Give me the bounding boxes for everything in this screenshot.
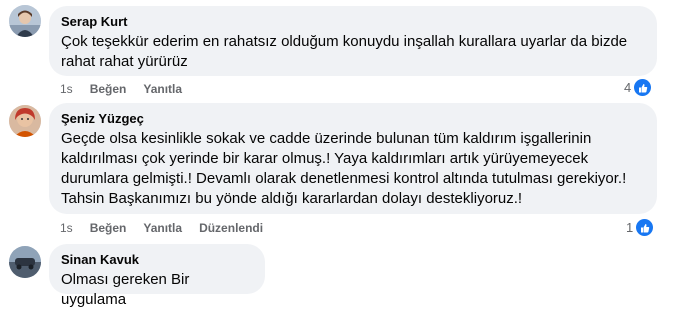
comment-text-line: Geçde olsa kesinlikle sokak ve cadde üze… [61, 130, 592, 147]
comment-time[interactable]: 1s [60, 81, 73, 97]
profile-photo [9, 5, 41, 37]
avatar[interactable] [9, 5, 41, 37]
reaction-summary[interactable]: 1 [626, 219, 654, 236]
avatar[interactable] [9, 105, 41, 137]
reaction-summary[interactable]: 4 [624, 79, 652, 96]
comment-text-line: Çok teşekkür ederim en rahatsız olduğum … [61, 33, 628, 50]
comment-author[interactable]: Sinan Kavuk [61, 252, 253, 268]
profile-photo [9, 246, 41, 278]
comment-text-line: durumlara gelmişti.! Devamlı olarak dene… [61, 170, 627, 187]
comment-text-line: kaldırılması çok yerinde bir karar olmuş… [61, 150, 589, 167]
avatar[interactable] [9, 246, 41, 278]
comment-text-line: Tahsin Başkanımızı bu yönde aldığı karar… [61, 190, 523, 207]
comment-author[interactable]: Şeniz Yüzgeç [61, 111, 645, 127]
comment-text-line: rahat rahat yürürüz [61, 53, 188, 70]
comment-bubble: Sinan Kavuk Olması gereken Bir uygulama [49, 244, 265, 308]
comment-text: Çok teşekkür ederim en rahatsız olduğum … [61, 32, 645, 72]
like-reaction-icon [634, 79, 652, 96]
comment-author[interactable]: Serap Kurt [61, 14, 645, 30]
comment-bubble: Serap Kurt Çok teşekkür ederim en rahats… [49, 6, 657, 76]
like-button[interactable]: Beğen [90, 81, 127, 97]
comment-text: Geçde olsa kesinlikle sokak ve cadde üze… [61, 129, 645, 209]
profile-photo [9, 105, 41, 137]
comment-time[interactable]: 1s [60, 220, 73, 236]
edited-label[interactable]: Düzenlendi [199, 220, 263, 236]
comment-text: Olması gereken Bir uygulama [61, 270, 253, 310]
reaction-count: 1 [626, 220, 634, 235]
reply-button[interactable]: Yanıtla [143, 220, 182, 236]
reply-button[interactable]: Yanıtla [143, 81, 182, 97]
like-reaction-icon [636, 219, 654, 236]
comment-bubble: Şeniz Yüzgeç Geçde olsa kesinlikle sokak… [49, 103, 657, 214]
comment-actions: 1s Beğen Yanıtla [60, 81, 199, 97]
comment-actions: 1s Beğen Yanıtla Düzenlendi [60, 220, 280, 236]
comment-text-line: Olması gereken Bir uygulama [61, 271, 190, 308]
like-button[interactable]: Beğen [90, 220, 127, 236]
reaction-count: 4 [624, 80, 632, 95]
